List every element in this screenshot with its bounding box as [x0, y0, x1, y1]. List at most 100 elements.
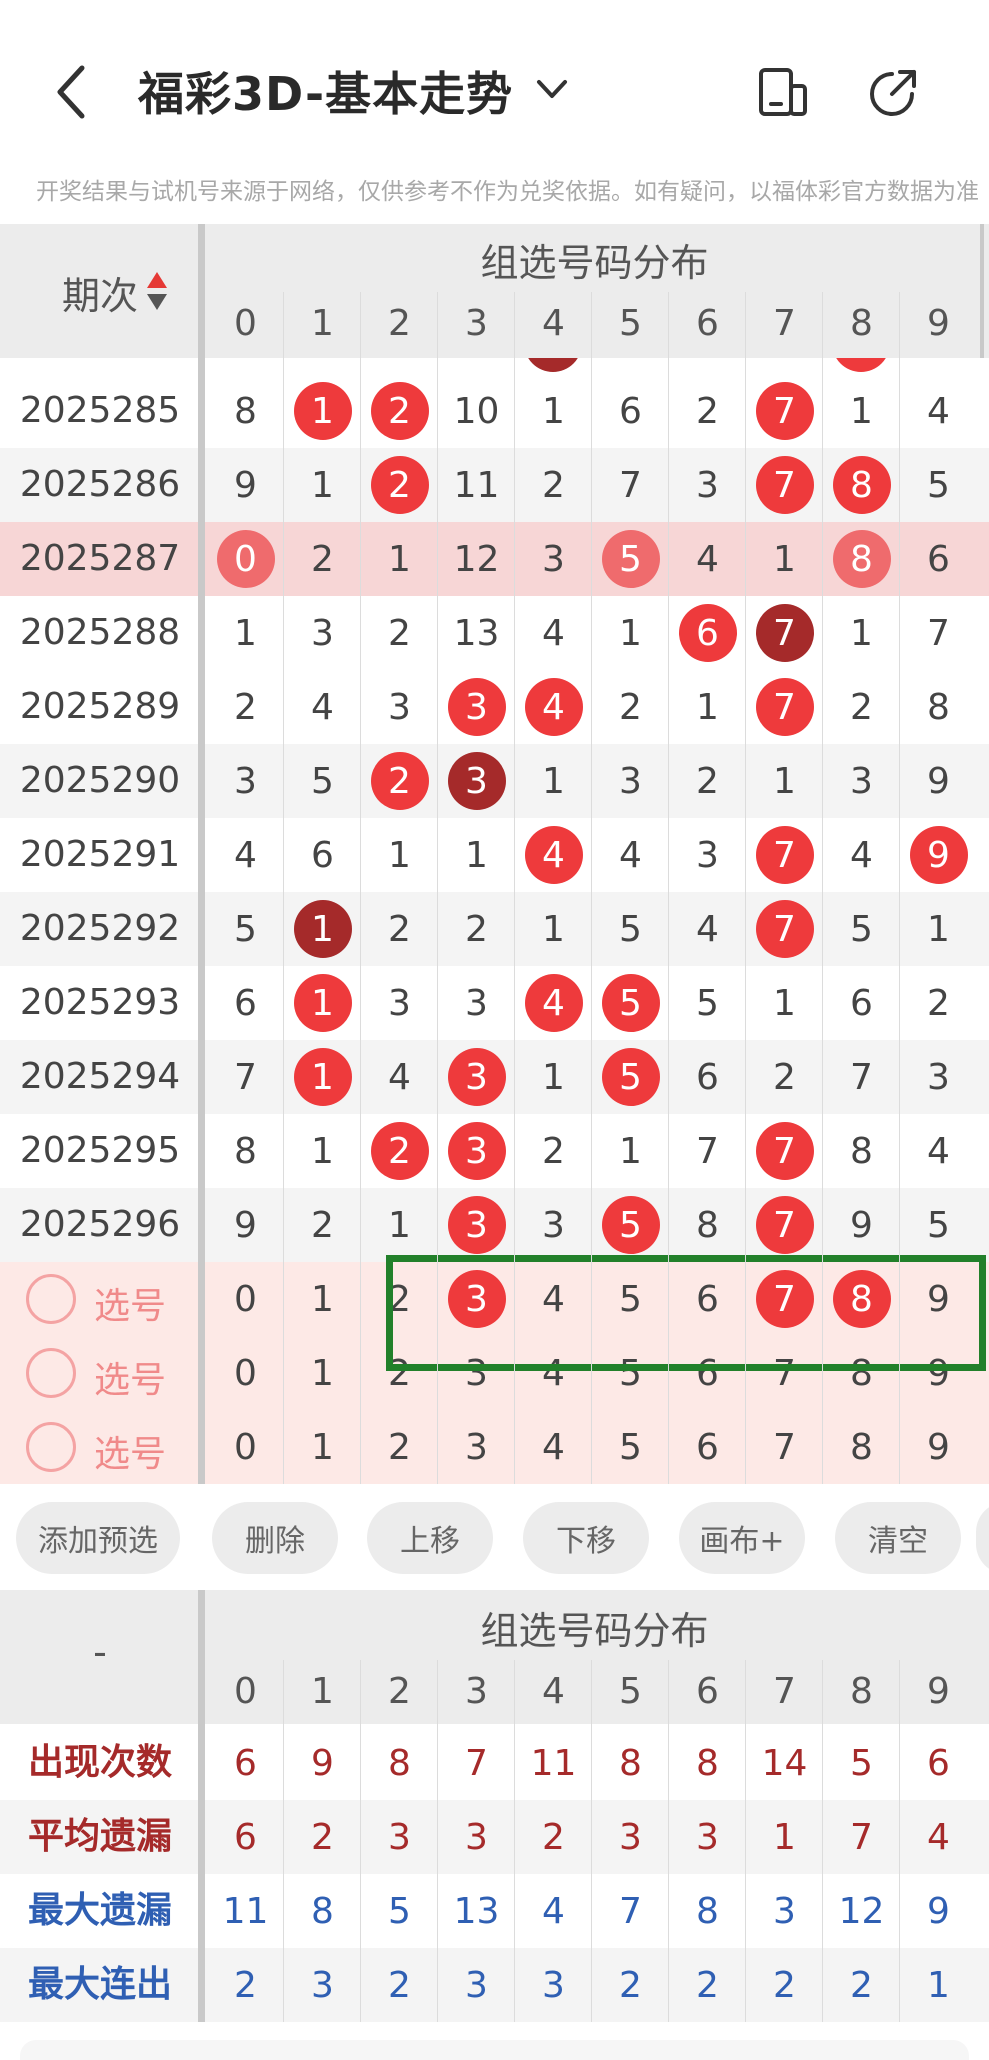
number-cell: 4	[234, 834, 257, 876]
number-cell: 2	[388, 612, 411, 654]
number-cell: 5	[592, 522, 669, 596]
share-icon[interactable]	[868, 66, 920, 118]
digit-header-3: 3	[465, 303, 488, 344]
scrolled-row-edge	[0, 358, 989, 374]
digit-header-5: 5	[619, 1671, 642, 1712]
digit-header-7: 7	[773, 1671, 796, 1712]
number-cell: 1	[542, 390, 565, 432]
number-ball: 0	[216, 530, 275, 588]
clear-button[interactable]: 清空	[835, 1502, 961, 1574]
digit-header-7: 7	[773, 303, 796, 344]
number-ball: 4	[524, 678, 583, 736]
issue-number: 2025292	[19, 908, 181, 949]
right-edge	[980, 224, 984, 358]
stats-value: 11	[222, 1890, 269, 1932]
number-cell: 2	[361, 744, 438, 818]
stats-value: 8	[311, 1890, 334, 1932]
number-cell: 6	[696, 1426, 719, 1468]
number-cell: 2	[311, 1204, 334, 1246]
column-divider	[745, 292, 746, 1484]
app-header: 福彩3D-基本走势 开奖结果与试机号来源于网络，仅供参考不作为兑奖依据。如有疑问…	[0, 0, 989, 205]
number-cell: 0	[234, 1352, 257, 1394]
add-preselect-button[interactable]: 添加预选	[16, 1502, 180, 1574]
number-cell: 3	[438, 1040, 515, 1114]
stats-value: 11	[530, 1742, 577, 1784]
number-ball: 5	[601, 1196, 660, 1254]
number-cell: 1	[311, 1278, 334, 1320]
issue-number: 2025288	[19, 612, 181, 653]
number-cell: 2	[388, 1426, 411, 1468]
stats-value: 5	[850, 1742, 873, 1784]
page-title[interactable]: 福彩3D-基本走势	[138, 58, 513, 124]
number-cell: 5	[696, 982, 719, 1024]
number-cell: 5	[619, 908, 642, 950]
number-cell: 7	[746, 892, 823, 966]
number-cell: 4	[515, 670, 592, 744]
number-ball: 1	[293, 382, 352, 440]
back-arrow-icon[interactable]	[52, 62, 92, 122]
number-cell: 8	[234, 390, 257, 432]
phone-icon[interactable]	[757, 66, 809, 118]
number-cell: 1	[388, 1204, 411, 1246]
stats-value: 3	[696, 1816, 719, 1858]
move-down-button[interactable]: 下移	[523, 1502, 649, 1574]
chevron-down-icon[interactable]	[535, 76, 569, 104]
issue-number: 2025285	[19, 390, 181, 431]
number-ball: 5	[601, 974, 660, 1032]
number-cell: 0	[234, 1426, 257, 1468]
issue-number: 2025290	[19, 760, 181, 801]
number-ball: 3	[447, 1122, 506, 1180]
stats-value: 8	[388, 1742, 411, 1784]
number-ball: 7	[755, 456, 814, 514]
stats-column-divider	[283, 1660, 284, 2022]
number-cell: 6	[696, 1056, 719, 1098]
more-button[interactable]	[976, 1502, 989, 1574]
stats-value: 2	[542, 1816, 565, 1858]
digit-header-9: 9	[927, 303, 950, 344]
number-cell: 0	[234, 1278, 257, 1320]
pick-radio[interactable]	[26, 1348, 76, 1398]
number-cell: 3	[619, 760, 642, 802]
pick-radio[interactable]	[26, 1422, 76, 1472]
number-cell: 6	[234, 982, 257, 1024]
bottom-card-edge	[20, 2040, 969, 2060]
column-divider	[283, 292, 284, 1484]
action-bar: 添加预选 删除 上移 下移 画布+ 清空	[0, 1484, 989, 1590]
number-ball: 8	[832, 456, 891, 514]
number-ball: 7	[755, 1122, 814, 1180]
number-cell: 2	[311, 538, 334, 580]
number-cell: 2	[361, 374, 438, 448]
pick-label: 选号	[94, 1286, 167, 1327]
delete-button[interactable]: 删除	[212, 1502, 338, 1574]
number-ball: 4	[524, 826, 583, 884]
number-cell: 1	[542, 1056, 565, 1098]
number-cell: 4	[927, 1130, 950, 1172]
number-cell: 1	[311, 464, 334, 506]
stats-value: 2	[696, 1964, 719, 2006]
number-cell: 4	[619, 834, 642, 876]
number-cell: 7	[746, 374, 823, 448]
number-cell: 4	[388, 1056, 411, 1098]
pick-radio[interactable]	[26, 1274, 76, 1324]
number-ball: 7	[755, 1196, 814, 1254]
number-cell: 2	[361, 448, 438, 522]
number-cell: 1	[284, 892, 361, 966]
number-cell: 7	[619, 464, 642, 506]
number-cell: 9	[900, 818, 977, 892]
number-cell: 1	[234, 612, 257, 654]
stats-value: 3	[465, 1816, 488, 1858]
number-cell: 4	[515, 966, 592, 1040]
number-cell: 3	[850, 760, 873, 802]
canvas-plus-button[interactable]: 画布+	[679, 1502, 805, 1574]
number-cell: 9	[850, 1204, 873, 1246]
digit-header-2: 2	[388, 1671, 411, 1712]
number-ball: 7	[755, 900, 814, 958]
number-cell: 7	[850, 1056, 873, 1098]
stats-value: 7	[850, 1816, 873, 1858]
sort-icon[interactable]	[146, 270, 168, 312]
pick-label: 选号	[94, 1360, 167, 1401]
issue-number: 2025295	[19, 1130, 181, 1171]
number-cell: 9	[927, 1426, 950, 1468]
stats-column-divider	[745, 1660, 746, 2022]
move-up-button[interactable]: 上移	[367, 1502, 493, 1574]
